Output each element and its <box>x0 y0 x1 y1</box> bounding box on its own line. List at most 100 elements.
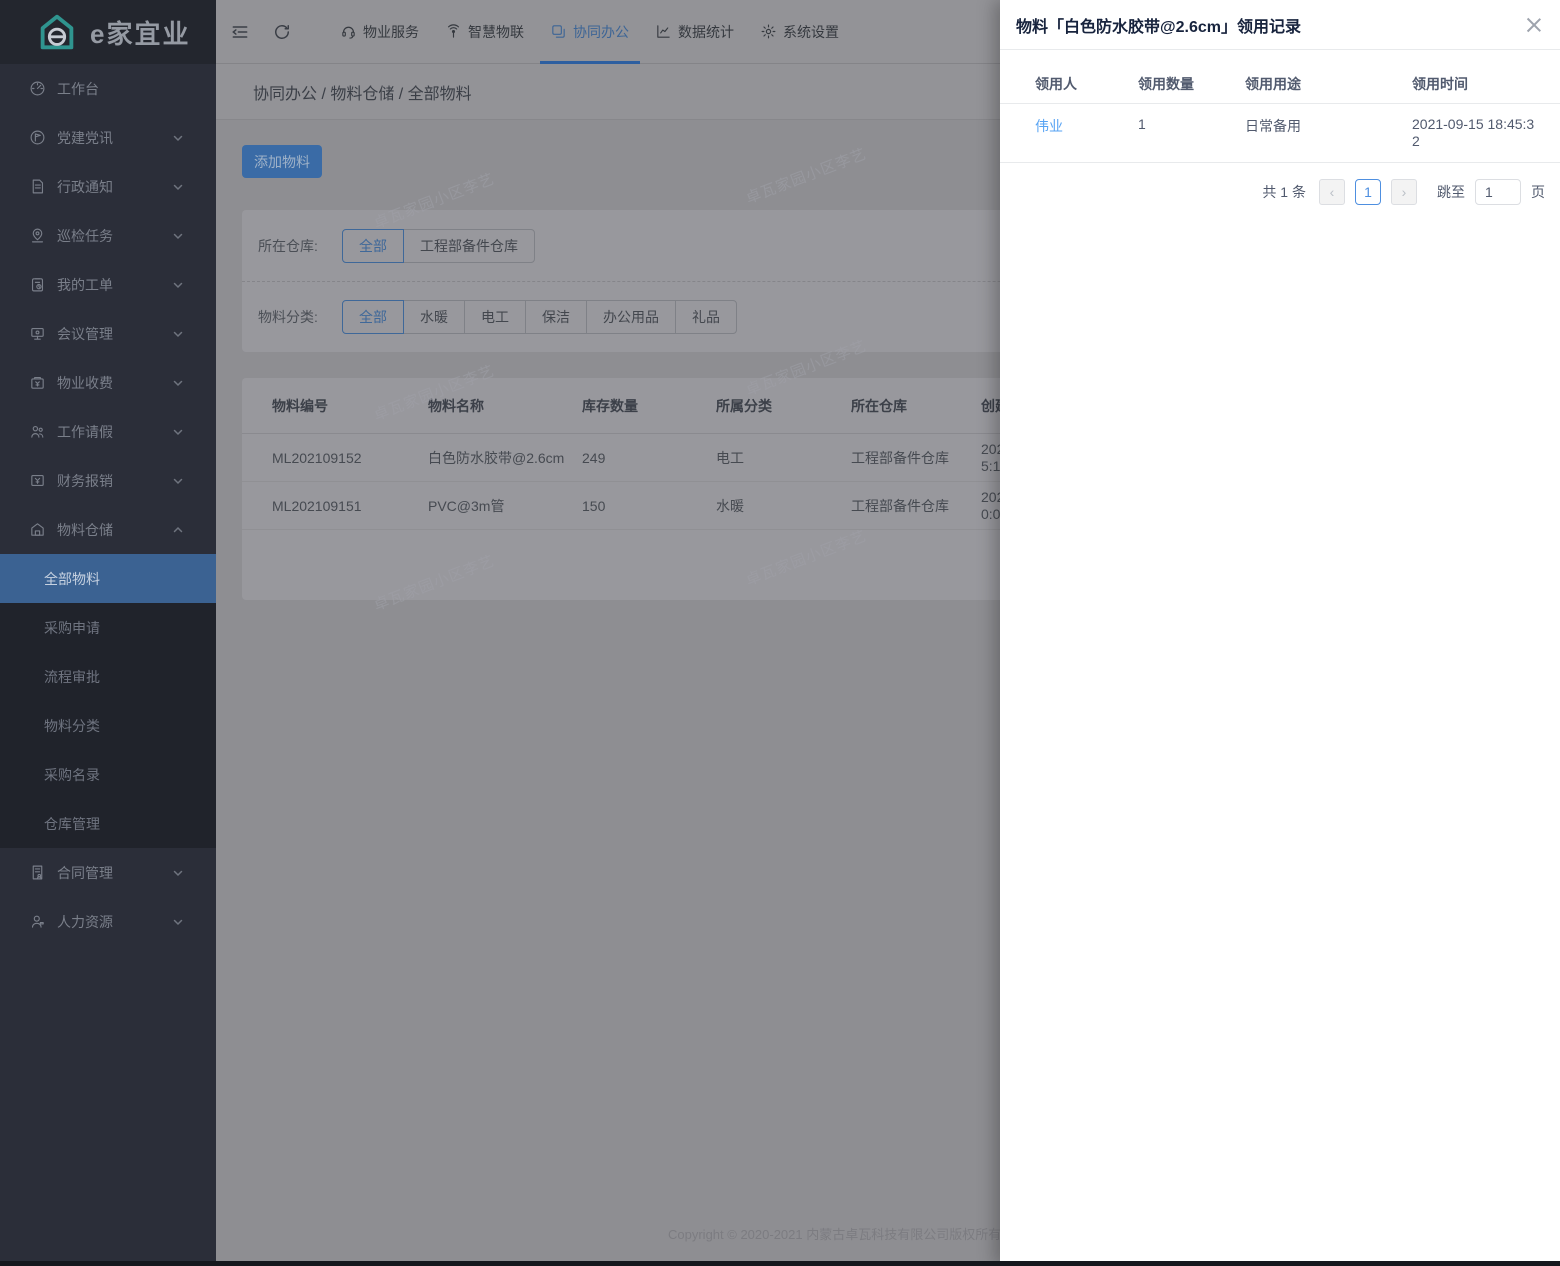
col-header-code: 物料编号 <box>254 396 410 416</box>
sidebar-item-warehouse[interactable]: 物料仓储 <box>0 505 216 554</box>
app-title: e家宜业 <box>90 14 190 51</box>
warehouse-icon <box>29 521 46 538</box>
next-page-button[interactable]: › <box>1391 179 1417 205</box>
collapse-sidebar-icon[interactable] <box>230 22 250 42</box>
app-window: e家宜业 工作台 党建党讯 行政通知 巡检任务 <box>0 0 1560 1266</box>
sidebar-item-party[interactable]: 党建党讯 <box>0 113 216 162</box>
category-filter-office[interactable]: 办公用品 <box>586 300 676 334</box>
col-header-category: 所属分类 <box>698 396 833 416</box>
warehouse-submenu: 全部物料 采购申请 流程审批 物料分类 采购名录 仓库管理 <box>0 554 216 848</box>
settings-icon <box>760 23 777 40</box>
workorder-icon <box>29 276 46 293</box>
footer: Copyright © 2020-2021 内蒙古卓瓦科技有限公司版权所有蒙 <box>668 1224 1028 1243</box>
sidebar-item-label: 人力资源 <box>57 912 113 932</box>
warehouse-filter-all[interactable]: 全部 <box>342 229 404 263</box>
fee-icon <box>29 374 46 391</box>
page-suffix-label: 页 <box>1531 182 1545 202</box>
cell-warehouse: 工程部备件仓库 <box>833 448 963 468</box>
nav-tab-smart-iot[interactable]: 智慧物联 <box>445 0 524 64</box>
col-header-stock: 库存数量 <box>564 396 698 416</box>
category-filter-group: 全部 水暖 电工 保洁 办公用品 礼品 <box>342 300 737 334</box>
cell-code: ML202109151 <box>254 498 410 514</box>
chevron-down-icon <box>172 132 184 144</box>
sidebar-item-notice[interactable]: 行政通知 <box>0 162 216 211</box>
submenu-item-all-materials[interactable]: 全部物料 <box>0 554 216 603</box>
sidebar-item-leave[interactable]: 工作请假 <box>0 407 216 456</box>
category-filter-gift[interactable]: 礼品 <box>675 300 737 334</box>
sidebar-item-fee[interactable]: 物业收费 <box>0 358 216 407</box>
sidebar-item-workorder[interactable]: 我的工单 <box>0 260 216 309</box>
drawer-title: 物料「白色防水胶带@2.6cm」领用记录 <box>1016 13 1301 37</box>
submenu-label: 全部物料 <box>44 569 100 589</box>
sidebar-item-label: 党建党讯 <box>57 128 113 148</box>
nav-tab-label: 智慧物联 <box>468 22 524 42</box>
submenu-label: 流程审批 <box>44 667 100 687</box>
sidebar-item-label: 工作请假 <box>57 422 113 442</box>
chevron-down-icon <box>172 426 184 438</box>
col-header-warehouse: 所在仓库 <box>833 396 963 416</box>
sidebar-item-workbench[interactable]: 工作台 <box>0 64 216 113</box>
warehouse-filter-engineering[interactable]: 工程部备件仓库 <box>403 229 535 263</box>
contract-icon <box>29 864 46 881</box>
submenu-item-approval-flow[interactable]: 流程审批 <box>0 652 216 701</box>
cell-stock: 150 <box>564 498 698 514</box>
sidebar-item-meeting[interactable]: 会议管理 <box>0 309 216 358</box>
cell-purpose: 日常备用 <box>1245 116 1412 136</box>
party-icon <box>29 129 46 146</box>
sidebar-item-label: 行政通知 <box>57 177 113 197</box>
category-filter-electric[interactable]: 电工 <box>464 300 526 334</box>
nav-tab-settings[interactable]: 系统设置 <box>760 0 839 64</box>
meeting-icon <box>29 325 46 342</box>
cell-name: 白色防水胶带@2.6cm <box>410 448 564 468</box>
col-header-qty: 领用数量 <box>1138 74 1245 94</box>
chevron-down-icon <box>172 475 184 487</box>
submenu-label: 物料分类 <box>44 716 100 736</box>
close-icon[interactable] <box>1526 17 1542 33</box>
prev-page-button[interactable]: ‹ <box>1319 179 1345 205</box>
col-header-purpose: 领用用途 <box>1245 74 1412 94</box>
jump-label: 跳至 <box>1437 182 1465 202</box>
category-filter-all[interactable]: 全部 <box>342 300 404 334</box>
category-filter-cleaning[interactable]: 保洁 <box>525 300 587 334</box>
hr-icon <box>29 913 46 930</box>
submenu-item-material-category[interactable]: 物料分类 <box>0 701 216 750</box>
notice-icon <box>29 178 46 195</box>
sidebar-item-inspection[interactable]: 巡检任务 <box>0 211 216 260</box>
nav-tab-label: 数据统计 <box>678 22 734 42</box>
col-header-user: 领用人 <box>1035 74 1138 94</box>
breadcrumb: 协同办公 / 物料仓储 / 全部物料 <box>253 80 472 104</box>
headset-icon <box>340 23 357 40</box>
sidebar-item-label: 财务报销 <box>57 471 113 491</box>
add-material-button[interactable]: 添加物料 <box>242 145 322 178</box>
sidebar-item-contract[interactable]: 合同管理 <box>0 848 216 897</box>
chevron-down-icon <box>172 916 184 928</box>
warehouse-filter-group: 全部 工程部备件仓库 <box>342 229 535 263</box>
drawer-header: 物料「白色防水胶带@2.6cm」领用记录 <box>1000 0 1560 50</box>
time-line1: 2021-09-15 18:45:3 <box>1412 116 1544 133</box>
cell-time: 2021-09-15 18:45:3 2 <box>1412 116 1544 150</box>
requisition-drawer: 物料「白色防水胶带@2.6cm」领用记录 领用人 领用数量 领用用途 领用时间 … <box>1000 0 1560 1266</box>
page-jump-input[interactable] <box>1475 179 1521 205</box>
requisition-user-link[interactable]: 伟业 <box>1035 118 1063 134</box>
time-line2: 2 <box>1412 133 1544 150</box>
sidebar-item-reimburse[interactable]: 财务报销 <box>0 456 216 505</box>
leave-icon <box>29 423 46 440</box>
nav-tab-property-service[interactable]: 物业服务 <box>340 0 419 64</box>
sidebar-item-hr[interactable]: 人力资源 <box>0 897 216 946</box>
inspection-icon <box>29 227 46 244</box>
cell-stock: 249 <box>564 450 698 466</box>
page-1-button[interactable]: 1 <box>1355 179 1381 205</box>
nav-tab-label: 协同办公 <box>573 22 629 42</box>
chevron-down-icon <box>172 181 184 193</box>
submenu-item-warehouse-manage[interactable]: 仓库管理 <box>0 799 216 848</box>
nav-tab-statistics[interactable]: 数据统计 <box>655 0 734 64</box>
submenu-item-purchase-list[interactable]: 采购名录 <box>0 750 216 799</box>
nav-tab-collaboration[interactable]: 协同办公 <box>550 0 629 64</box>
category-filter-plumbing[interactable]: 水暖 <box>403 300 465 334</box>
refresh-icon[interactable] <box>272 22 292 42</box>
cell-category: 水暖 <box>698 496 833 516</box>
sidebar-item-label: 物料仓储 <box>57 520 113 540</box>
cell-warehouse: 工程部备件仓库 <box>833 496 963 516</box>
cell-name: PVC@3m管 <box>410 496 564 516</box>
submenu-item-purchase-request[interactable]: 采购申请 <box>0 603 216 652</box>
